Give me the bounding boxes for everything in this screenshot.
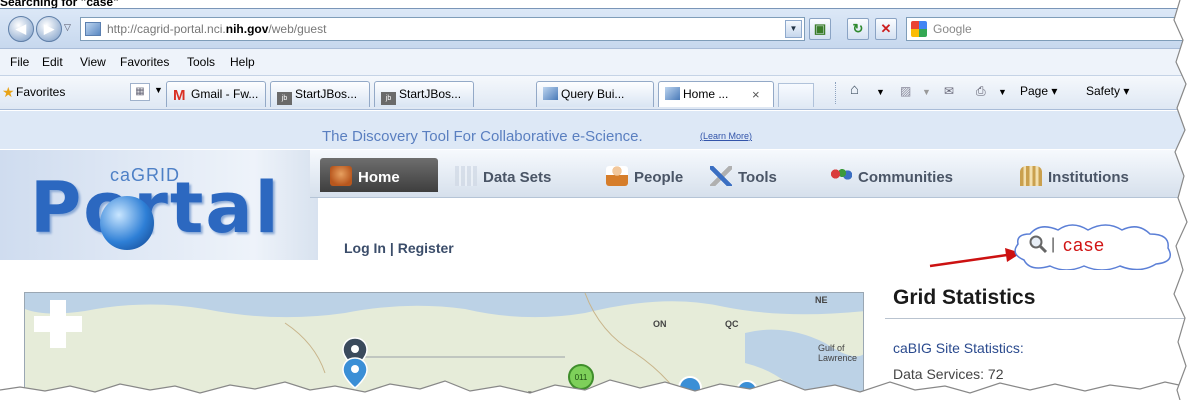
map-zoom-icon[interactable] <box>34 300 82 348</box>
logo-text-big: Portal <box>30 167 281 249</box>
favorites-button[interactable]: Favorites <box>16 85 65 99</box>
dataset-icon <box>455 166 477 186</box>
map-label-ne: NE <box>815 295 828 305</box>
page-heading: Searching for "case" <box>0 0 119 9</box>
divider <box>885 318 1193 319</box>
nav-people[interactable]: People <box>596 158 693 192</box>
nav-data-sets[interactable]: Data Sets <box>445 158 561 192</box>
nav-institutions[interactable]: Institutions <box>1010 158 1139 192</box>
nav-label: Communities <box>858 169 954 186</box>
quick-tabs-icon[interactable]: ▦ <box>130 83 150 101</box>
nav-label: Home <box>358 169 400 186</box>
site-statistics-link[interactable]: caBIG Site Statistics: <box>893 340 1024 356</box>
safety-menu[interactable]: Safety ▾ <box>1086 84 1129 98</box>
url-suffix: /web/guest <box>268 22 327 36</box>
torn-edge-bottom <box>0 379 1193 400</box>
tools-icon <box>710 166 732 186</box>
learn-more-link[interactable]: (Learn More) <box>700 131 752 141</box>
tab-gmail[interactable]: M Gmail - Fw... <box>166 81 266 107</box>
tab-startjboss-1[interactable]: jb StartJBos... <box>270 81 370 107</box>
google-icon <box>911 21 927 37</box>
nav-communities[interactable]: Communities <box>820 158 963 192</box>
stop-icon[interactable]: ✕ <box>875 18 897 40</box>
tab-label: StartJBos... <box>295 87 358 101</box>
history-dropdown-icon[interactable]: ▽ <box>64 22 71 33</box>
tab-label: Home ... <box>683 87 729 101</box>
tab-label: Gmail - Fw... <box>191 87 259 101</box>
grid-page-icon <box>543 87 558 100</box>
nav-home[interactable]: Home <box>320 158 438 192</box>
nav-tools[interactable]: Tools <box>700 158 787 192</box>
institutions-icon <box>1020 166 1042 186</box>
url-domain: nih.gov <box>225 22 269 36</box>
house-icon <box>330 166 352 186</box>
menu-file[interactable]: File <box>10 55 29 69</box>
map-label-gulf: Gulf of <box>818 343 845 353</box>
communities-icon <box>830 166 852 186</box>
back-button[interactable]: ◀ <box>8 16 34 42</box>
map-label-qc: QC <box>725 319 739 329</box>
nav-label: Tools <box>738 169 777 186</box>
tab-query-builder[interactable]: Query Bui... <box>536 81 654 107</box>
refresh-icon[interactable]: ↻ <box>847 18 869 40</box>
torn-edge-right <box>1173 0 1193 400</box>
url-text: http://cagrid-portal.nci.nih.gov/web/gue… <box>107 22 326 36</box>
feeds-dropdown-icon[interactable]: ▼ <box>922 87 931 97</box>
nav-label: Institutions <box>1048 169 1129 186</box>
compatibility-view-icon[interactable]: ▣ <box>809 18 831 40</box>
print-icon[interactable]: ⎙ <box>976 84 986 99</box>
nav-label: Data Sets <box>483 169 552 186</box>
globe-icon <box>100 196 154 250</box>
page-icon <box>85 22 101 36</box>
tagline: The Discovery Tool For Collaborative e-S… <box>322 128 643 145</box>
toolbar-separator <box>835 82 836 104</box>
close-tab-icon[interactable]: × <box>752 87 760 102</box>
new-tab-button[interactable] <box>778 83 814 107</box>
forward-button[interactable]: ▶ <box>36 16 62 42</box>
favorites-bar: ★ Favorites ▦ ▼ M Gmail - Fw... jb StartJB… <box>0 76 1193 110</box>
gmail-icon: M <box>173 87 186 104</box>
jboss-icon: jb <box>277 92 292 105</box>
menu-tools[interactable]: Tools <box>187 55 215 69</box>
people-icon <box>606 166 628 186</box>
tab-label: Query Bui... <box>561 87 625 101</box>
magnifier-icon[interactable] <box>1028 234 1048 254</box>
grid-page-icon <box>665 87 680 100</box>
register-link[interactable]: Register <box>398 240 454 256</box>
grid-statistics-title: Grid Statistics <box>893 286 1036 309</box>
home-icon[interactable]: ⌂ <box>850 81 859 98</box>
search-cursor: | <box>1051 236 1056 253</box>
menu-help[interactable]: Help <box>230 55 255 69</box>
tab-list-dropdown-icon[interactable]: ▼ <box>154 85 163 95</box>
favorites-star-icon[interactable]: ★ <box>2 84 15 101</box>
menu-bar: File Edit View Favorites Tools Help <box>0 49 1193 76</box>
map-label-on: ON <box>653 319 667 329</box>
page-menu[interactable]: Page ▾ <box>1020 84 1057 98</box>
feeds-icon[interactable]: ▨ <box>900 84 911 98</box>
jboss-icon: jb <box>381 92 396 105</box>
menu-edit[interactable]: Edit <box>42 55 63 69</box>
url-dropdown-icon[interactable]: ▼ <box>785 20 802 38</box>
menu-view[interactable]: View <box>80 55 106 69</box>
address-bar: ◀ ▶ ▽ http://cagrid-portal.nci.nih.gov/w… <box>0 9 1193 49</box>
tab-label: StartJBos... <box>399 87 462 101</box>
read-mail-icon[interactable]: ✉ <box>944 84 954 98</box>
home-dropdown-icon[interactable]: ▼ <box>876 87 885 97</box>
url-prefix: http://cagrid-portal.nci. <box>107 22 226 36</box>
tab-startjboss-2[interactable]: jb StartJBos... <box>374 81 474 107</box>
search-engine-label: Google <box>933 22 972 36</box>
nav-label: People <box>634 169 684 186</box>
url-field[interactable]: http://cagrid-portal.nci.nih.gov/web/gue… <box>80 17 805 41</box>
print-dropdown-icon[interactable]: ▼ <box>998 87 1007 97</box>
auth-separator: | <box>389 240 394 256</box>
menu-favorites[interactable]: Favorites <box>120 55 169 69</box>
search-input[interactable]: case <box>1063 235 1105 256</box>
auth-links: Log In | Register <box>344 240 454 256</box>
login-link[interactable]: Log In <box>344 240 386 256</box>
